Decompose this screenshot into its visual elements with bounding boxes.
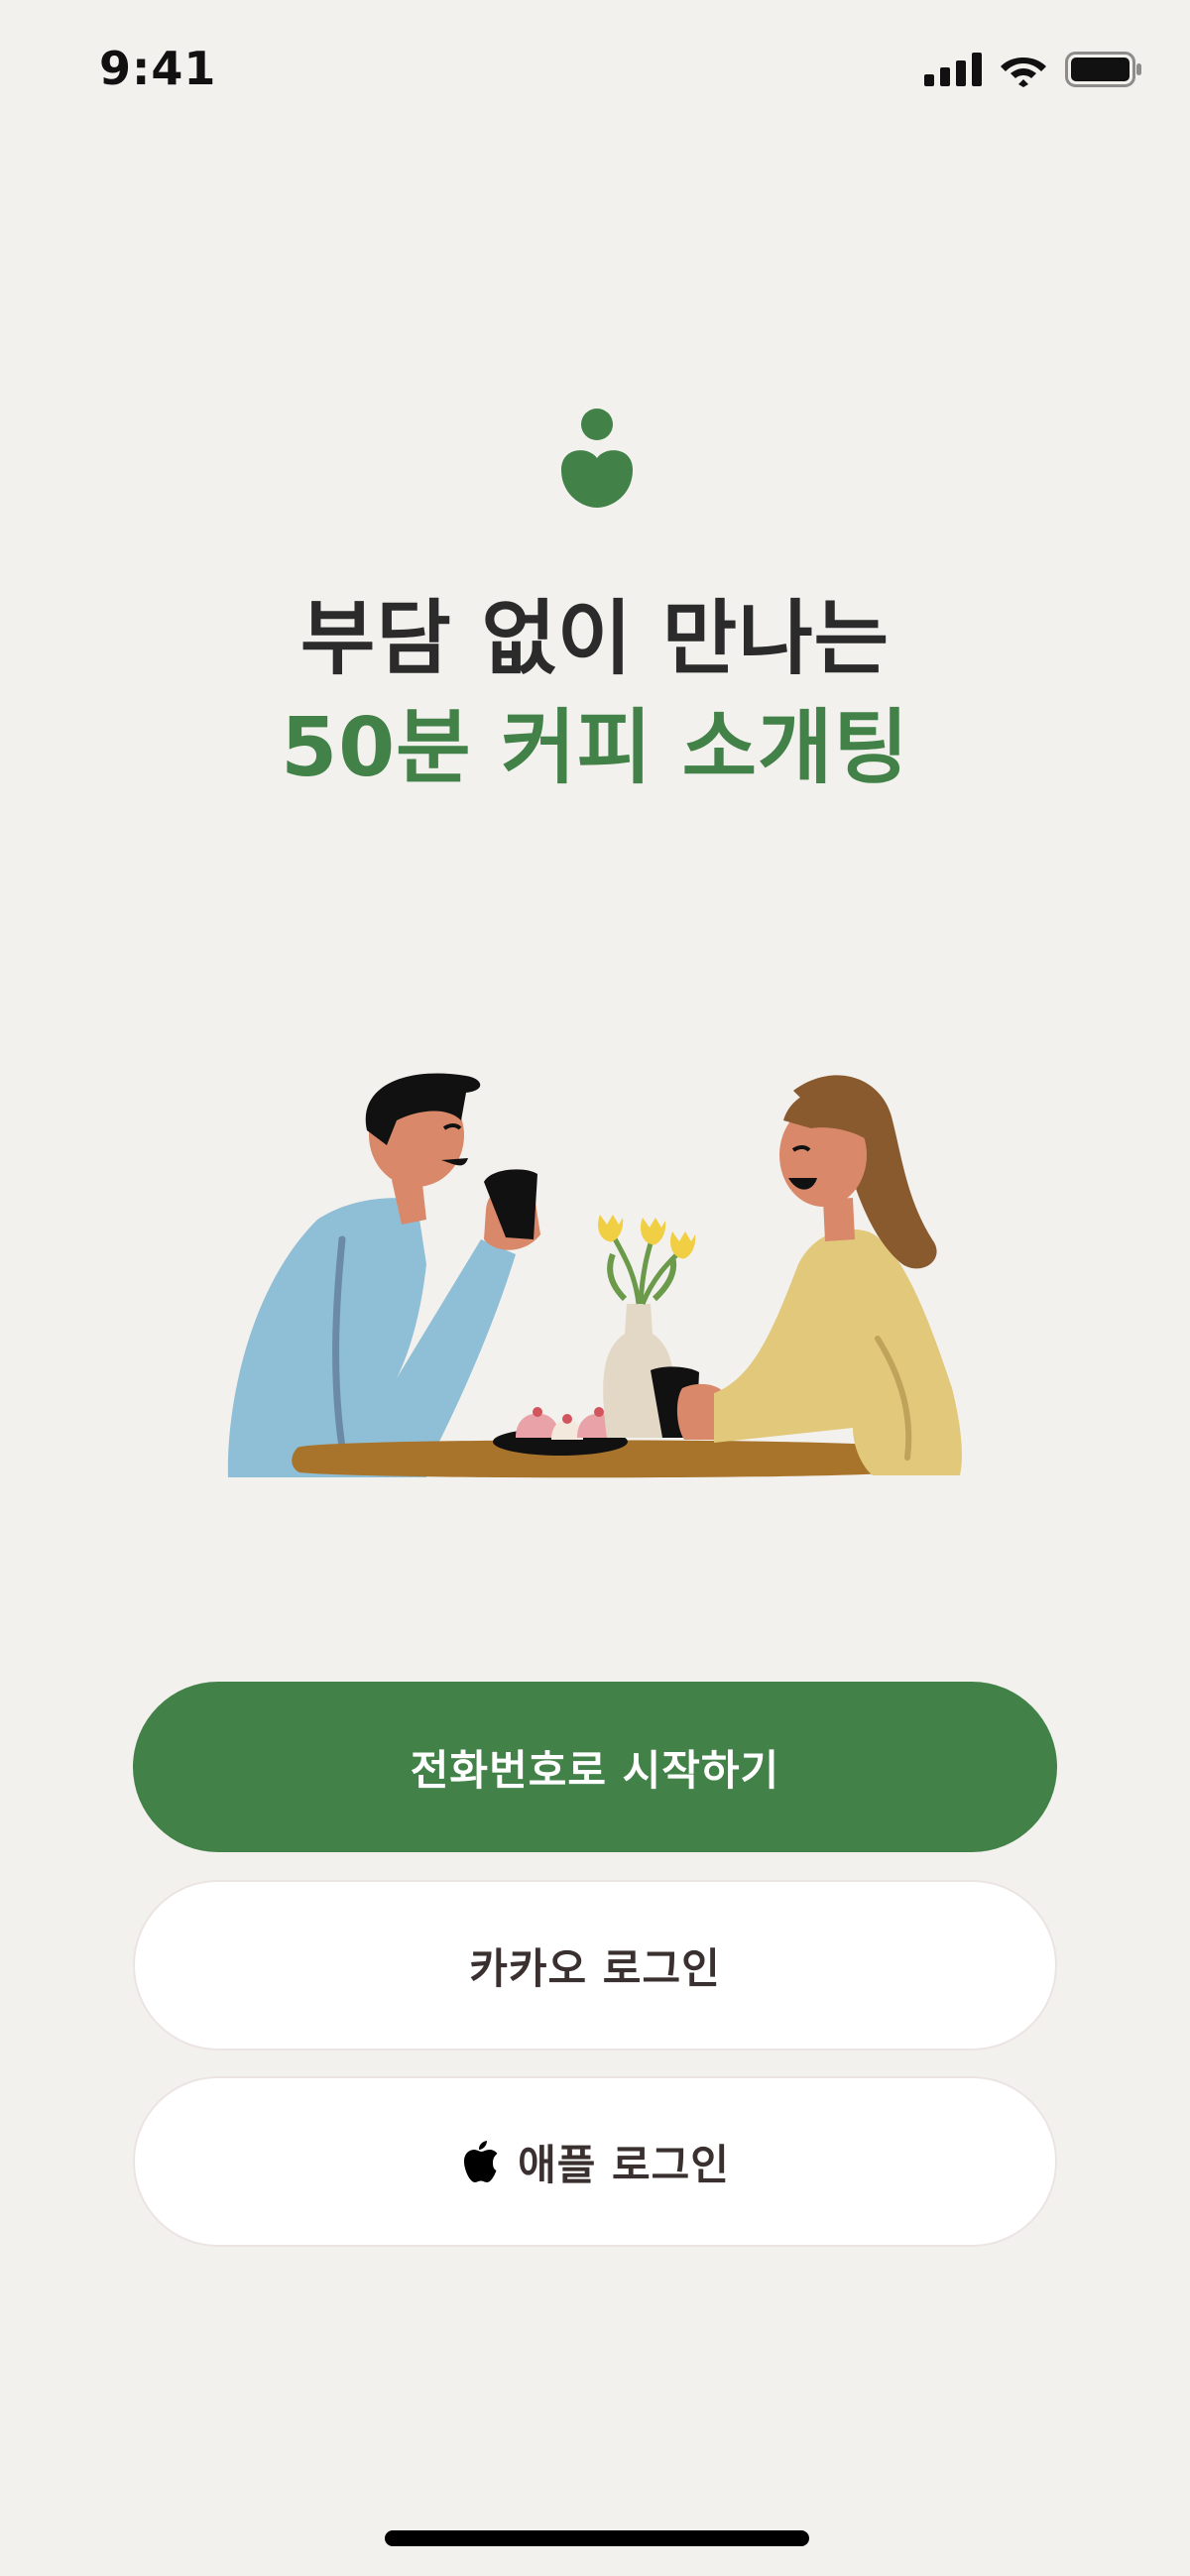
phone-start-button-label: 전화번호로 시작하기: [410, 1745, 780, 1795]
wifi-icon: [1001, 58, 1046, 87]
headline-line2: 50분 커피 소개팅: [281, 701, 909, 795]
headline-line1: 부담 없이 만나는: [299, 592, 891, 686]
apple-login-button[interactable]: 애플 로그인: [133, 2076, 1057, 2247]
person-heart-logo-icon: [561, 409, 633, 508]
phone-start-button[interactable]: 전화번호로 시작하기: [133, 1682, 1057, 1852]
login-screen: 9:41 부담 없이 만나는 50분 커피 소개팅 전화번호로 시작하기 카카오…: [0, 0, 1190, 2576]
status-icons: [924, 52, 1142, 87]
cellular-signal-icon: [924, 53, 982, 86]
status-time: 9:41: [99, 42, 217, 95]
tulip-1: [598, 1215, 624, 1242]
couple-coffee-date-illustration: [227, 1073, 962, 1478]
headline: 부담 없이 만나는 50분 커피 소개팅: [0, 585, 1190, 803]
apple-logo-icon: [464, 2141, 498, 2182]
apple-login-button-label: 애플 로그인: [518, 2140, 730, 2189]
man-body: [227, 1198, 516, 1477]
kakao-login-button[interactable]: 카카오 로그인: [133, 1880, 1057, 2050]
kakao-login-button-label: 카카오 로그인: [469, 1943, 721, 1993]
battery-icon: [1065, 52, 1141, 87]
tulip-2: [641, 1218, 666, 1245]
home-indicator: [385, 2530, 809, 2546]
